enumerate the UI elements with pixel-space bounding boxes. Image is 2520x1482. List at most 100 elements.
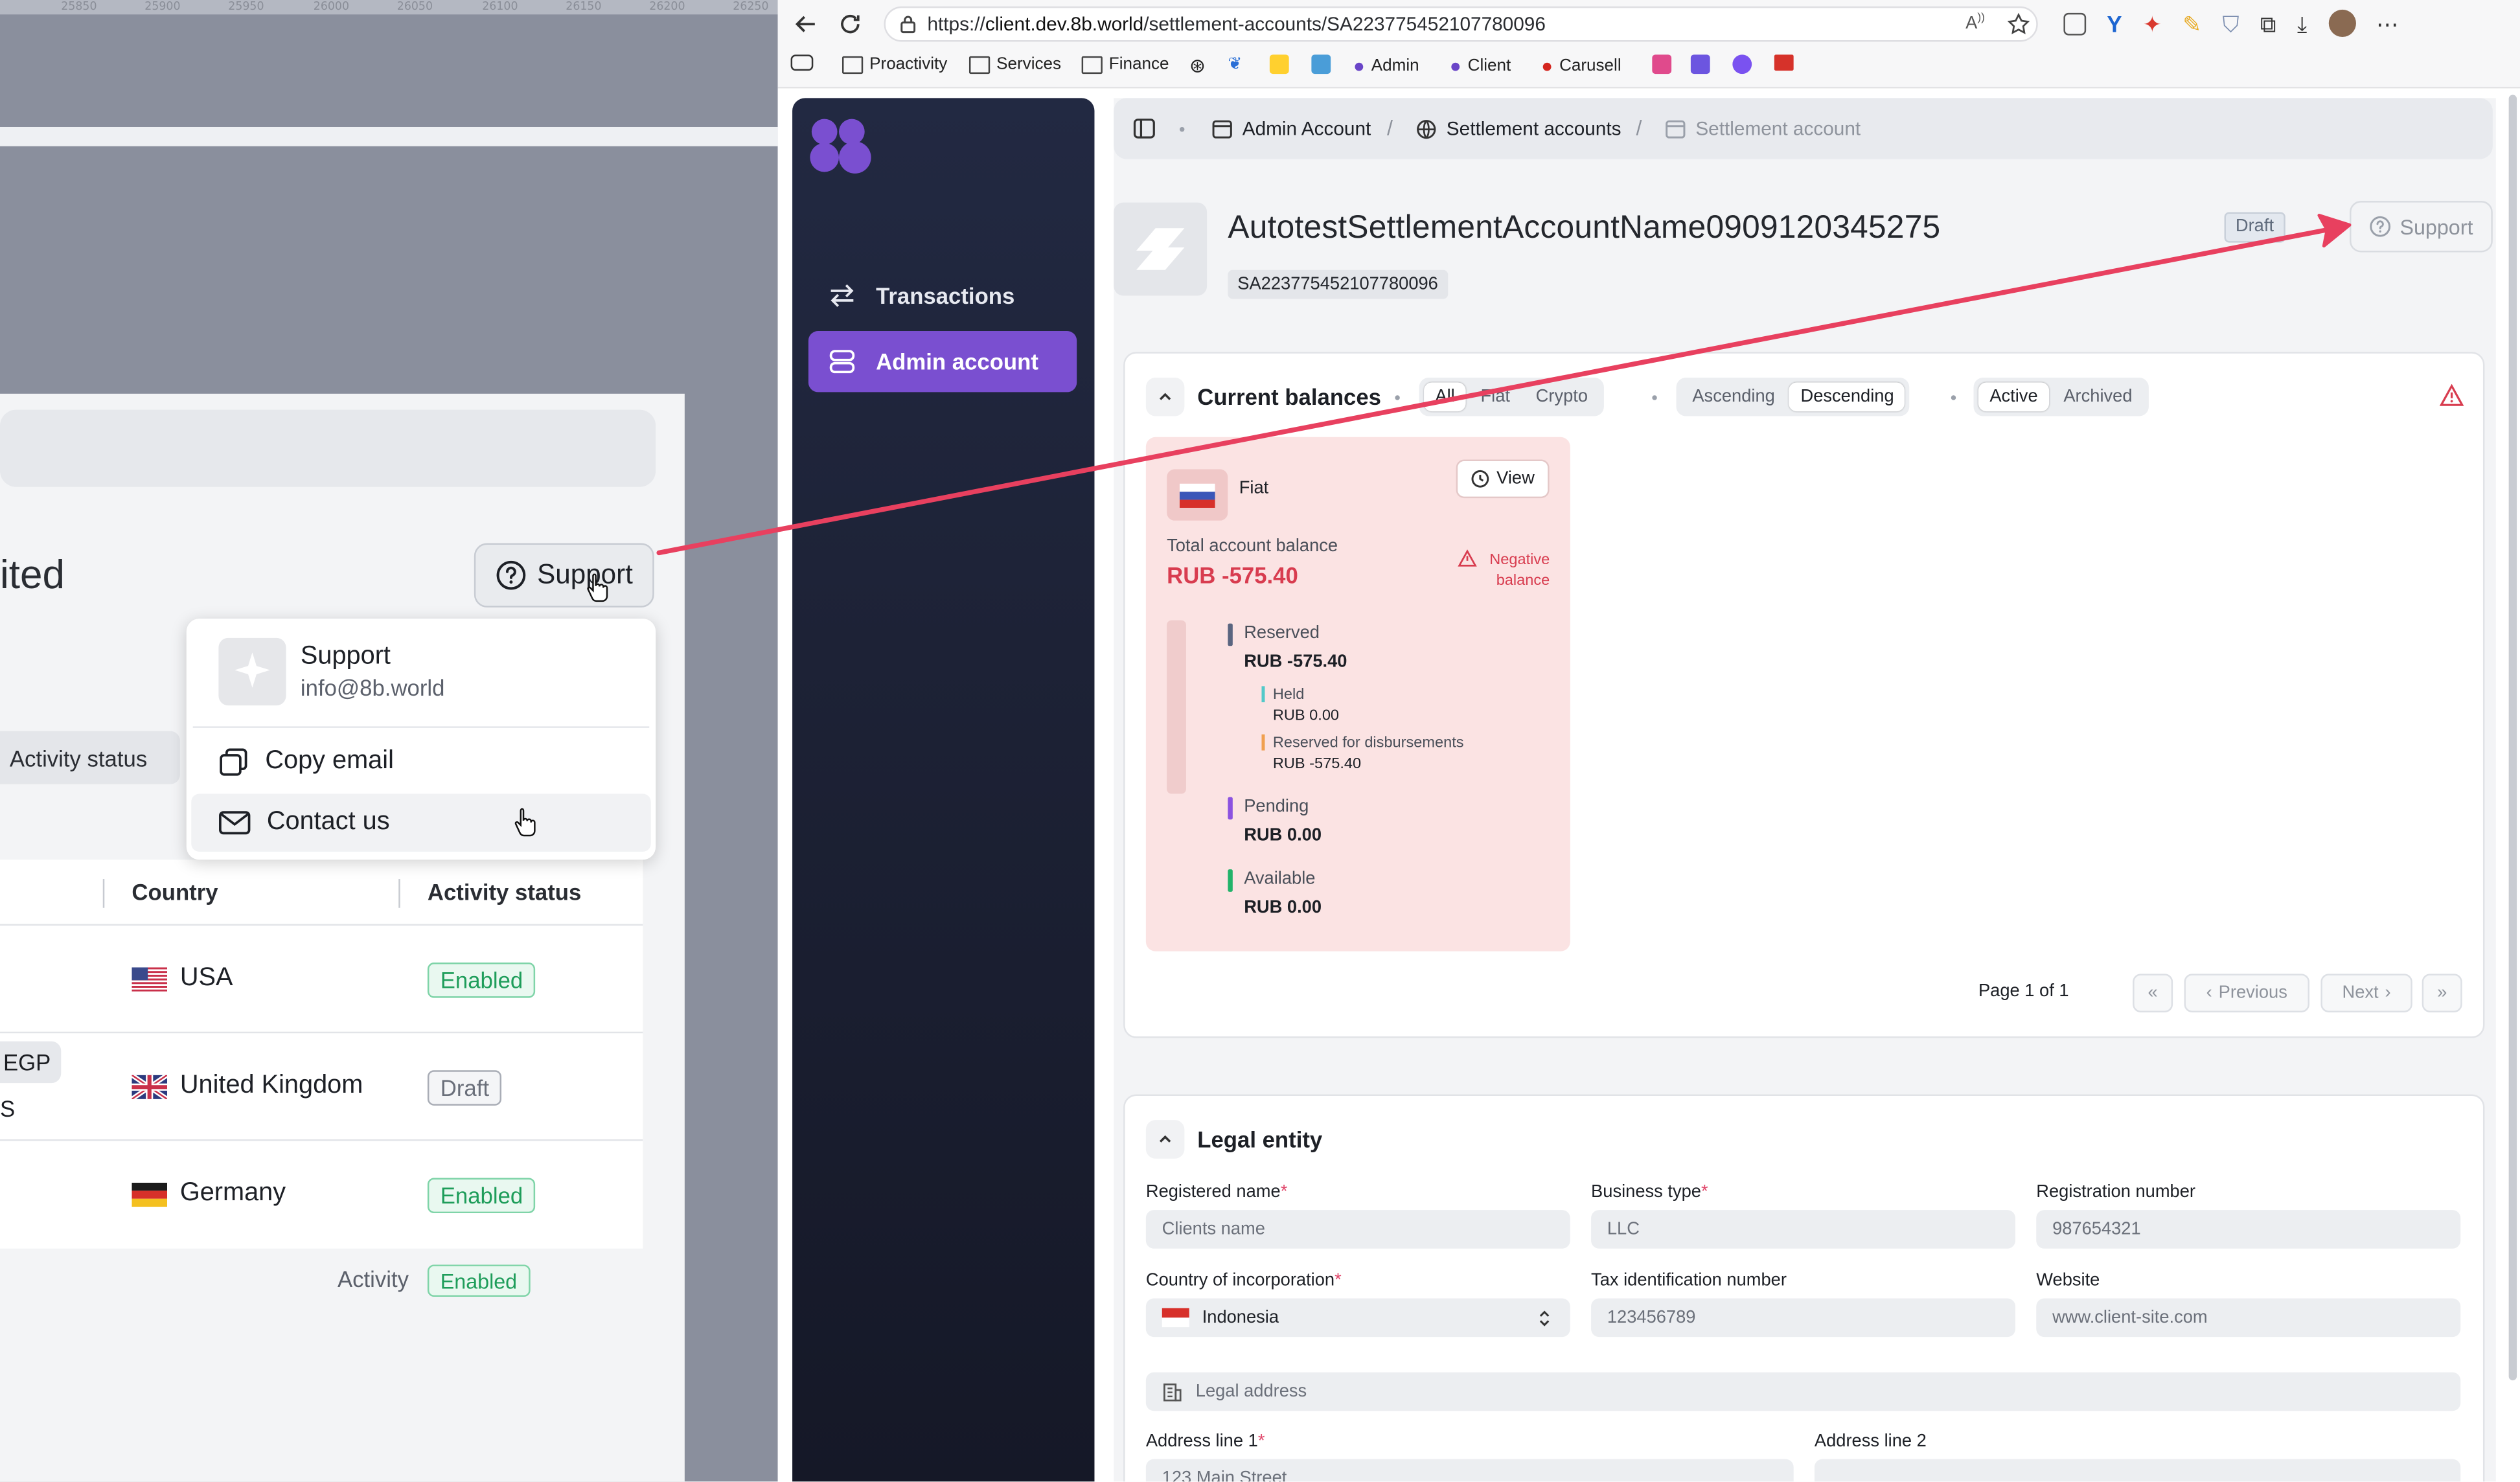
bookmark-admin[interactable]: ● Admin bbox=[1353, 54, 1419, 77]
8b-logo[interactable] bbox=[808, 117, 873, 175]
column-header-activity-status[interactable]: Activity status bbox=[428, 860, 581, 924]
section-title: Current balances bbox=[1197, 383, 1381, 410]
site-info-icon[interactable] bbox=[899, 14, 918, 34]
country-name: USA bbox=[179, 964, 233, 992]
ruler-mark: 25850 bbox=[61, 0, 97, 13]
url-host: client.dev.8b.world bbox=[985, 12, 1144, 36]
extension-pencil-icon[interactable]: ✎ bbox=[2182, 12, 2201, 35]
filter-active[interactable]: Active bbox=[1978, 382, 2050, 412]
ruler: 25850 25900 25950 26000 26050 26100 2615… bbox=[0, 0, 778, 15]
total-balance-label: Total account balance bbox=[1167, 536, 1338, 556]
website-input[interactable]: www.client-site.com bbox=[2036, 1298, 2461, 1338]
filter-ascending[interactable]: Ascending bbox=[1681, 382, 1786, 411]
table-row[interactable]: United Kingdom Draft bbox=[0, 1031, 643, 1141]
separator-dot bbox=[1951, 395, 1956, 400]
table-row[interactable]: Germany Enabled bbox=[0, 1139, 643, 1249]
bookmark-extension[interactable]: ❦ bbox=[1228, 54, 1242, 74]
read-aloud-icon[interactable]: A)) bbox=[1965, 13, 1985, 33]
status-badge: Draft bbox=[2224, 212, 2285, 243]
bookmark-image[interactable] bbox=[1311, 54, 1331, 74]
sidebar-item-admin-account[interactable]: Admin account bbox=[808, 331, 1077, 393]
filter-all[interactable]: All bbox=[1424, 382, 1467, 412]
reserved-label: Reserved bbox=[1244, 623, 1320, 643]
first-page-button[interactable]: « bbox=[2133, 974, 2173, 1012]
address-line-1-input[interactable]: 123 Main Street bbox=[1145, 1459, 1794, 1482]
copy-email-item[interactable]: Copy email bbox=[191, 733, 651, 790]
filter-fiat[interactable]: Fiat bbox=[1469, 382, 1521, 411]
divider bbox=[192, 726, 650, 728]
sidebar-item-label: Transactions bbox=[876, 282, 1015, 309]
extension-icon: ❦ bbox=[1228, 54, 1243, 74]
filter-descending[interactable]: Descending bbox=[1789, 382, 1905, 412]
sidebar-item-transactions[interactable]: Transactions bbox=[808, 265, 1077, 326]
avatar[interactable] bbox=[2328, 9, 2355, 38]
extension-y-icon[interactable]: Y bbox=[2107, 12, 2122, 35]
transfer-arrows-icon bbox=[830, 284, 854, 307]
download-icon[interactable]: ⤓ bbox=[2297, 12, 2307, 35]
browser-toolbar: https://client.dev.8b.world/settlement-a… bbox=[777, 0, 2520, 89]
filter-archived[interactable]: Archived bbox=[2052, 382, 2144, 411]
negative-label: Negative bbox=[1489, 551, 1550, 569]
tab-actions-icon[interactable] bbox=[2063, 12, 2087, 35]
previous-page-button[interactable]: ‹ Previous bbox=[2184, 974, 2310, 1012]
us-flag-icon bbox=[132, 967, 168, 992]
placeholder-logo-icon bbox=[1136, 228, 1185, 270]
url-prefix: https:// bbox=[927, 12, 985, 36]
reload-icon[interactable] bbox=[838, 11, 864, 37]
bookmark-red[interactable] bbox=[1774, 54, 1794, 71]
last-page-button[interactable]: » bbox=[2422, 974, 2462, 1012]
shield-icon[interactable]: ⛉ bbox=[2223, 12, 2239, 35]
breakdown-rail bbox=[1167, 620, 1186, 794]
view-button[interactable]: View bbox=[1456, 459, 1550, 499]
bookmark-folder[interactable]: Proactivity bbox=[842, 54, 947, 74]
country-select[interactable]: Indonesia bbox=[1145, 1298, 1570, 1338]
puzzle-icon[interactable]: ⧉ bbox=[2260, 12, 2276, 35]
bookmark-s-purple[interactable] bbox=[1690, 54, 1710, 74]
folder-icon bbox=[842, 55, 864, 73]
collapse-legal-button[interactable] bbox=[1145, 1120, 1185, 1159]
support-button[interactable]: Support bbox=[2350, 201, 2493, 253]
more-menu-icon[interactable]: ⋯ bbox=[2376, 12, 2399, 35]
extension-red-icon[interactable]: ✦ bbox=[2143, 12, 2162, 35]
next-page-button[interactable]: Next › bbox=[2320, 974, 2412, 1012]
tax-id-input[interactable]: 123456789 bbox=[1591, 1298, 2016, 1338]
support-name: Support bbox=[300, 643, 391, 670]
table-row[interactable]: USA Enabled bbox=[0, 924, 643, 1034]
bookmark-s-red[interactable] bbox=[1652, 54, 1672, 74]
bookmark-miro[interactable] bbox=[1269, 54, 1289, 74]
bookmark-openai[interactable]: ⊛ bbox=[1189, 54, 1206, 77]
window-icon bbox=[1212, 119, 1232, 138]
section-title: Legal entity bbox=[1197, 1126, 1323, 1152]
bookmark-chat[interactable] bbox=[1732, 54, 1752, 74]
separator-dot bbox=[1652, 395, 1657, 400]
bookmark-folder[interactable]: Finance bbox=[1081, 54, 1169, 74]
address-line-2-input[interactable] bbox=[1814, 1459, 2461, 1482]
bookmark-carusell[interactable]: ● Carusell bbox=[1541, 54, 1621, 77]
column-separator bbox=[398, 879, 400, 908]
business-type-input[interactable]: LLC bbox=[1591, 1210, 2016, 1249]
registration-number-input[interactable]: 987654321 bbox=[2036, 1210, 2461, 1249]
scrollbar[interactable] bbox=[2508, 95, 2517, 1381]
bookmark-folder[interactable]: Services bbox=[968, 54, 1061, 74]
pending-label: Pending bbox=[1244, 797, 1309, 817]
filter-crypto[interactable]: Crypto bbox=[1524, 382, 1599, 411]
address-bar[interactable]: https://client.dev.8b.world/settlement-a… bbox=[884, 6, 2038, 42]
back-arrow-icon[interactable] bbox=[792, 11, 818, 37]
extension-icons: Y ✦ ✎ ⛉ ⧉ ⤓ ⋯ bbox=[2063, 9, 2399, 38]
breadcrumb-admin-account[interactable]: Admin Account bbox=[1212, 98, 1371, 159]
bookmark-client[interactable]: ● Client bbox=[1450, 54, 1511, 77]
breadcrumb-settlement-accounts[interactable]: Settlement accounts bbox=[1416, 98, 1621, 159]
ruler-mark: 26150 bbox=[566, 0, 602, 13]
sidebar-toggle-icon[interactable] bbox=[1133, 117, 1156, 140]
registered-name-input[interactable]: Clients name bbox=[1145, 1210, 1570, 1249]
zoomed-activity-status-chip[interactable]: Activity status bbox=[0, 731, 180, 784]
url-path: /settlement-accounts/SA22377545210778009… bbox=[1143, 12, 1546, 36]
favorite-star-icon[interactable] bbox=[2007, 12, 2030, 36]
bookmark-icon-only[interactable] bbox=[790, 54, 814, 71]
zoomed-support-button[interactable]: Support bbox=[474, 543, 654, 608]
contact-us-item[interactable]: Contact us bbox=[191, 793, 651, 852]
column-header-country[interactable]: Country bbox=[132, 860, 218, 924]
activity-badge: Enabled bbox=[427, 1264, 530, 1297]
collapse-balances-button[interactable] bbox=[1145, 378, 1185, 416]
support-button-label: Support bbox=[2400, 214, 2473, 239]
